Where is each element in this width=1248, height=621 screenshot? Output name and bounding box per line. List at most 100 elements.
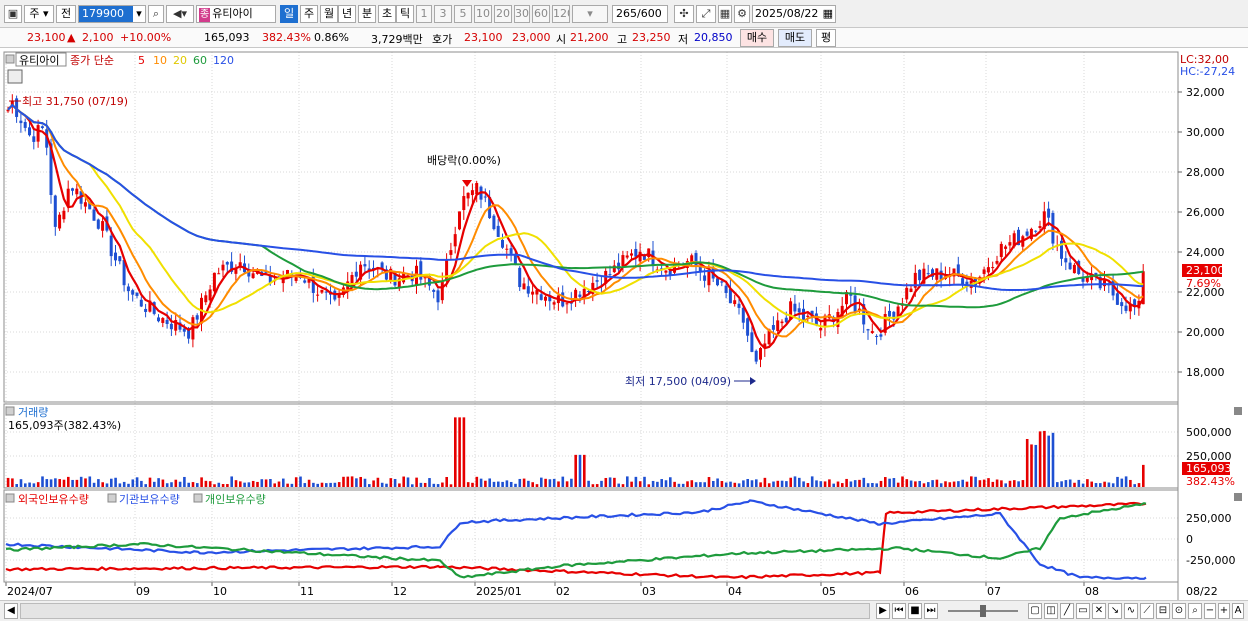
timeframe-1[interactable]: 주	[300, 5, 318, 23]
settings-icon[interactable]: ⚙	[734, 5, 750, 23]
zoom-fit-icon[interactable]: ⊙	[1172, 603, 1186, 619]
interval-30[interactable]: 30	[514, 5, 530, 23]
volume-bar	[1099, 483, 1102, 487]
volume-bar	[389, 478, 393, 487]
line-tool-icon[interactable]: ╱	[1060, 603, 1074, 619]
volume-bar	[892, 478, 896, 487]
split-icon[interactable]: ◫	[1044, 603, 1058, 619]
volume-bar	[535, 484, 539, 487]
volume-bar	[669, 477, 672, 487]
candle-body	[926, 273, 930, 275]
fan-tool-icon[interactable]: ⟋	[1140, 603, 1154, 619]
arrow-tool-icon[interactable]: ↘	[1108, 603, 1122, 619]
interval-dropdown[interactable]: ▾	[572, 5, 608, 23]
candle-body	[630, 253, 633, 256]
volume-bar	[914, 481, 917, 487]
volume-bar	[307, 479, 311, 487]
volume-bar	[114, 477, 117, 487]
volume-bar	[441, 482, 444, 487]
volume-close-icon[interactable]	[1234, 407, 1242, 415]
x-axis-label: 09	[136, 585, 150, 598]
search-icon[interactable]: ⌕	[148, 5, 164, 23]
draw-tool-icon[interactable]: ⤢	[696, 5, 716, 23]
volume-bar	[746, 478, 749, 487]
stock-name[interactable]: 종 유티아이	[196, 5, 276, 23]
interval-60[interactable]: 60	[532, 5, 550, 23]
period-selector[interactable]: 주 ▾	[24, 5, 54, 23]
volume-bar	[393, 478, 397, 487]
volume-bar	[561, 476, 565, 487]
grid-icon[interactable]: ▦	[718, 5, 732, 23]
volume-bar	[299, 476, 302, 487]
candle-body	[1120, 302, 1124, 307]
sell-button[interactable]: 매도	[778, 29, 812, 47]
volume-bar	[49, 479, 53, 487]
volume-bar	[823, 481, 827, 487]
interval-20[interactable]: 20	[494, 5, 512, 23]
candle-body	[58, 214, 62, 229]
interval-5[interactable]: 5	[454, 5, 472, 23]
rewind-button[interactable]: ⏮	[892, 603, 906, 619]
interval-10[interactable]: 10	[474, 5, 492, 23]
stock-code-input[interactable]: 179900 ▾	[78, 5, 146, 23]
forward-button[interactable]: ⏭	[924, 603, 938, 619]
interval-3[interactable]: 3	[434, 5, 452, 23]
turnover: 0.86%	[314, 31, 349, 44]
rect-tool-icon[interactable]: ▭	[1076, 603, 1090, 619]
timeframe-6[interactable]: 틱	[396, 5, 414, 23]
zoom-slider-handle[interactable]	[980, 605, 986, 617]
ruler-tool-icon[interactable]: ⊟	[1156, 603, 1170, 619]
font-size-button[interactable]: A	[1232, 603, 1244, 619]
zoom-in-button[interactable]: +	[1218, 603, 1230, 619]
stop-button[interactable]: ■	[908, 603, 922, 619]
chart-area[interactable]: 유티아이 종가 단순 5 10 20 60 120 LC:32,00 HC:-2…	[0, 48, 1248, 600]
holding-legend: 외국인보유수량 기관보유수량 개인보유수량	[5, 493, 266, 506]
volume-bar	[479, 478, 483, 487]
date-picker[interactable]: 2025/08/22 ▦	[752, 5, 836, 23]
interval-120[interactable]: 120	[552, 5, 570, 23]
prev-button[interactable]: 전	[56, 5, 76, 23]
holding-legend-box3-icon	[193, 493, 203, 503]
timeframe-0[interactable]: 일	[280, 5, 298, 23]
vol-y-tick-label: 500,000	[1186, 426, 1232, 439]
y-tick-label: 30,000	[1186, 126, 1225, 139]
zoom-out-button[interactable]: −	[1204, 603, 1216, 619]
candle-body	[303, 280, 307, 283]
volume-bar	[84, 478, 87, 487]
x-axis-label: 2025/01	[476, 585, 522, 598]
wave-tool-icon[interactable]: ∿	[1124, 603, 1138, 619]
window-icon[interactable]: ▣	[4, 5, 22, 23]
timeframe-4[interactable]: 분	[358, 5, 376, 23]
holding-close-icon[interactable]	[1234, 493, 1242, 501]
horizontal-scrollbar[interactable]	[20, 603, 870, 619]
speaker-icon[interactable]: ◀▾	[166, 5, 194, 23]
quote-bar: 23,100 ▲ 2,100 +10.00% 165,093 382.43% 0…	[0, 28, 1248, 48]
high-label: 고	[617, 33, 628, 46]
volume-bar	[712, 480, 715, 487]
volume-bar	[879, 480, 883, 487]
candle-body	[754, 350, 758, 362]
x-axis-label: 2024/07	[7, 585, 53, 598]
volume-bar	[312, 482, 315, 487]
buy-button[interactable]: 매수	[740, 29, 774, 47]
magnifier-icon[interactable]: ⌕	[1188, 603, 1202, 619]
data-count[interactable]: 265/600	[612, 5, 668, 23]
eval-button[interactable]: 평	[816, 29, 836, 47]
scroll-left-button[interactable]: ◀	[4, 603, 18, 619]
timeframe-2[interactable]: 월	[320, 5, 338, 23]
x-axis-label: 05	[822, 585, 836, 598]
scroll-right-button[interactable]: ▶	[876, 603, 890, 619]
interval-1[interactable]: 1	[416, 5, 432, 23]
layout-icon[interactable]: ▢	[1028, 603, 1042, 619]
timeframe-3[interactable]: 년	[338, 5, 356, 23]
volume-bar	[647, 484, 651, 487]
volume-bar	[428, 478, 431, 487]
calculator-icon[interactable]	[7, 69, 23, 84]
cross-tool-icon[interactable]: ✕	[1092, 603, 1106, 619]
hold-y-tick-label: 0	[1186, 533, 1193, 546]
timeframe-5[interactable]: 초	[378, 5, 396, 23]
crosshair-icon[interactable]: ✣	[674, 5, 694, 23]
volume-bar	[583, 454, 586, 487]
volume-bar	[733, 482, 737, 487]
volume-bar	[432, 483, 436, 487]
